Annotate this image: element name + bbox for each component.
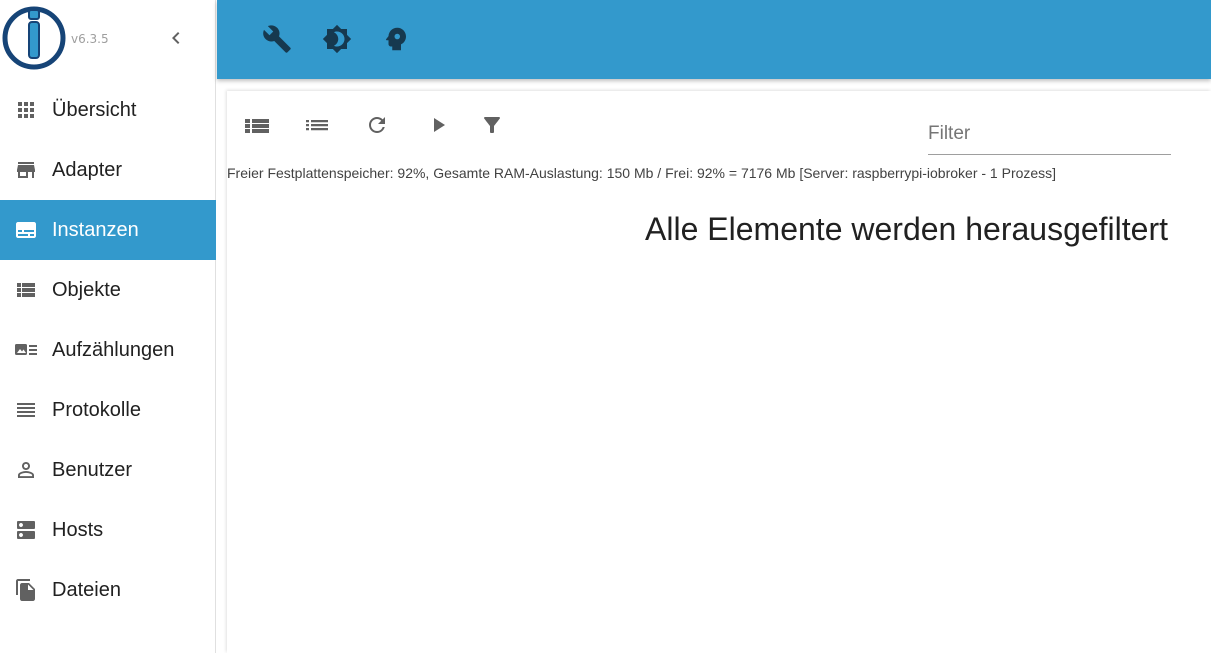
top-appbar xyxy=(217,0,1211,79)
store-icon xyxy=(17,162,35,178)
sidebar-item-label: Übersicht xyxy=(52,99,137,121)
enums-icon xyxy=(15,344,37,355)
iobroker-logo xyxy=(2,6,66,70)
view-list-icon[interactable] xyxy=(243,113,271,137)
chevron-left-icon[interactable] xyxy=(164,26,188,50)
instances-panel: Freier Festplattenspeicher: 92%, Gesamte… xyxy=(227,91,1211,653)
sidebar: v6.3.5 Übersicht Adapter Instanzen Objek… xyxy=(0,0,216,653)
sidebar-item-protokolle[interactable]: Protokolle xyxy=(0,380,216,440)
sidebar-item-label: Aufzählungen xyxy=(52,339,175,361)
refresh-icon[interactable] xyxy=(363,113,391,137)
sidebar-item-label: Adapter xyxy=(52,159,123,181)
filter-icon[interactable] xyxy=(478,113,506,137)
sidebar-item-label: Dateien xyxy=(52,579,121,601)
sidebar-item-benutzer[interactable]: Benutzer xyxy=(0,440,216,500)
list-icon xyxy=(17,283,35,297)
file-copy-icon xyxy=(16,579,35,601)
apps-grid-icon xyxy=(18,102,34,118)
sidebar-item-label: Instanzen xyxy=(52,219,139,241)
sidebar-item-aufzaehlungen[interactable]: Aufzählungen xyxy=(0,320,216,380)
sidebar-header: v6.3.5 xyxy=(0,0,215,80)
expert-mode-icon[interactable] xyxy=(381,24,411,54)
empty-filter-message: Alle Elemente werden herausgefiltert xyxy=(645,211,1168,247)
brightness-icon[interactable] xyxy=(322,24,352,54)
sidebar-item-uebersicht[interactable]: Übersicht xyxy=(0,80,216,140)
sidebar-item-label: Objekte xyxy=(52,279,121,301)
version-label: v6.3.5 xyxy=(71,32,109,46)
app-root: v6.3.5 Übersicht Adapter Instanzen Objek… xyxy=(0,0,1211,653)
dns-icon xyxy=(17,521,35,539)
sidebar-item-instanzen[interactable]: Instanzen xyxy=(0,200,216,260)
sidebar-item-label: Benutzer xyxy=(52,459,133,481)
wrench-icon[interactable] xyxy=(262,24,292,54)
filter-input[interactable] xyxy=(928,117,1171,151)
sidebar-item-hosts[interactable]: Hosts xyxy=(0,500,216,560)
view-compact-list-icon[interactable] xyxy=(303,113,331,137)
sidebar-item-dateien[interactable]: Dateien xyxy=(0,560,216,620)
sidebar-item-adapter[interactable]: Adapter xyxy=(0,140,216,200)
instances-icon xyxy=(16,222,36,238)
sidebar-item-objekte[interactable]: Objekte xyxy=(0,260,216,320)
user-icon xyxy=(18,462,34,478)
filter-field xyxy=(928,117,1171,155)
sidebar-item-label: Protokolle xyxy=(52,399,141,421)
host-status-text: Freier Festplattenspeicher: 92%, Gesamte… xyxy=(227,165,1057,181)
sidebar-item-label: Hosts xyxy=(52,519,104,541)
sidebar-menu: Übersicht Adapter Instanzen Objekte Aufz… xyxy=(0,80,216,620)
play-icon[interactable] xyxy=(424,113,452,137)
lines-icon xyxy=(17,403,35,417)
